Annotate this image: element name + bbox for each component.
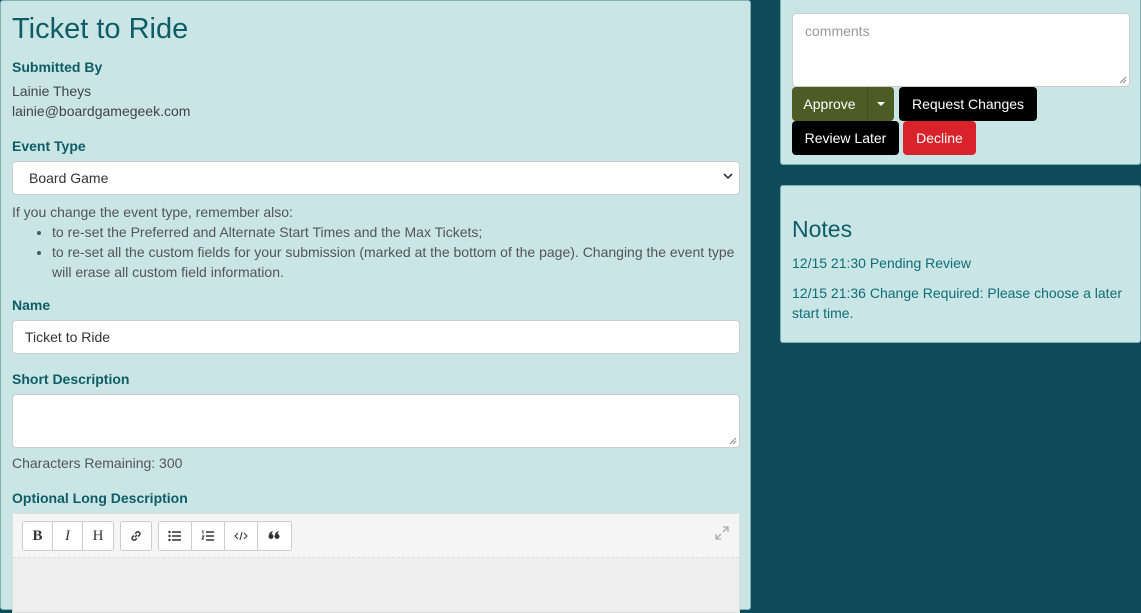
notes-title: Notes bbox=[792, 216, 853, 242]
bold-button[interactable]: B bbox=[23, 522, 53, 550]
link-button[interactable] bbox=[121, 522, 151, 550]
numbered-list-button[interactable] bbox=[192, 522, 225, 550]
submitter-name: Lainie Theys bbox=[12, 83, 92, 99]
request-changes-button[interactable]: Request Changes bbox=[899, 87, 1037, 121]
list-item: to re-set all the custom fields for your… bbox=[52, 242, 740, 282]
name-input[interactable]: Ticket to Ride bbox=[12, 320, 740, 354]
approve-dropdown-toggle[interactable] bbox=[867, 87, 894, 121]
link-button-group bbox=[120, 521, 152, 551]
caret-down-icon bbox=[877, 102, 885, 106]
note-entry: 12/15 21:36 Change Required: Please choo… bbox=[792, 285, 1123, 321]
resize-handle-icon[interactable] bbox=[1119, 76, 1127, 84]
block-button-group bbox=[158, 521, 292, 551]
bullet-list-icon bbox=[168, 530, 181, 542]
heading-button[interactable]: H bbox=[83, 522, 113, 550]
bullet-list-button[interactable] bbox=[159, 522, 192, 550]
link-icon bbox=[131, 531, 141, 541]
quote-icon bbox=[268, 531, 280, 539]
characters-remaining: Characters Remaining: 300 bbox=[12, 455, 183, 471]
submitted-by-label: Submitted By bbox=[12, 59, 103, 75]
page-title: Ticket to Ride bbox=[12, 13, 189, 45]
comments-textarea[interactable]: comments bbox=[792, 13, 1130, 87]
italic-button[interactable]: I bbox=[53, 522, 83, 550]
format-button-group: B I H bbox=[22, 521, 114, 551]
list-item: to re-set the Preferred and Alternate St… bbox=[52, 222, 740, 242]
event-type-hint-list: to re-set the Preferred and Alternate St… bbox=[12, 222, 740, 282]
comments-placeholder: comments bbox=[805, 23, 870, 39]
long-description-label: Optional Long Description bbox=[12, 490, 188, 506]
code-button[interactable] bbox=[225, 522, 258, 550]
decline-button[interactable]: Decline bbox=[903, 121, 976, 155]
note-entry: 12/15 21:30 Pending Review bbox=[792, 255, 972, 271]
notes-panel: Notes 12/15 21:30 Pending Review 12/15 2… bbox=[780, 185, 1141, 343]
resize-handle-icon[interactable] bbox=[729, 437, 737, 445]
numbered-list-icon bbox=[201, 530, 214, 541]
event-type-value: Board Game bbox=[29, 170, 109, 186]
short-description-textarea[interactable] bbox=[12, 394, 740, 448]
event-type-hint-intro: If you change the event type, remember a… bbox=[12, 204, 293, 220]
submitter-email: lainie@boardgamegeek.com bbox=[12, 103, 191, 119]
approve-button[interactable]: Approve bbox=[792, 87, 867, 121]
name-input-value: Ticket to Ride bbox=[25, 329, 111, 345]
event-type-hint: If you change the event type, remember a… bbox=[12, 202, 740, 282]
quote-button[interactable] bbox=[258, 522, 291, 550]
event-type-select[interactable]: Board Game bbox=[12, 161, 740, 195]
chevron-down-icon bbox=[723, 173, 733, 180]
editor-toolbar: B I H bbox=[13, 514, 739, 558]
review-later-button[interactable]: Review Later bbox=[792, 121, 899, 155]
short-description-label: Short Description bbox=[12, 371, 130, 387]
review-panel: comments Approve Request Changes Review … bbox=[780, 0, 1141, 165]
long-description-editor[interactable]: B I H bbox=[12, 513, 740, 613]
submission-form-panel: Ticket to Ride Submitted By Lainie Theys… bbox=[0, 0, 751, 613]
fullscreen-icon[interactable] bbox=[715, 526, 729, 540]
name-label: Name bbox=[12, 297, 51, 313]
code-icon bbox=[234, 531, 248, 541]
event-type-label: Event Type bbox=[12, 138, 86, 154]
